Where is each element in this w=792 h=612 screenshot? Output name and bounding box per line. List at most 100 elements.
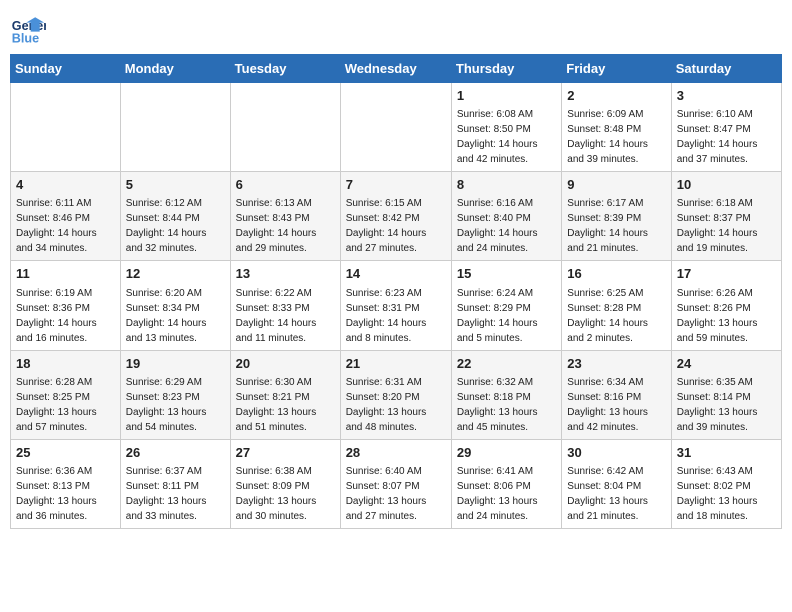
week-row-4: 18 Sunrise: 6:28 AM Sunset: 8:25 PM Dayli…: [11, 350, 782, 439]
day-number: 19: [126, 355, 225, 373]
calendar-cell: 9Sunrise: 6:17 AM Sunset: 8:39 PM Daylig…: [562, 172, 671, 261]
calendar-cell: 8Sunrise: 6:16 AM Sunset: 8:40 PM Daylig…: [451, 172, 561, 261]
day-number: 5: [126, 176, 225, 194]
day-info: Sunrise: 6:24 AM Sunset: 8:29 PM Dayligh…: [457, 286, 556, 346]
calendar-cell: 10 Sunrise: 6:18 AM Sunset: 8:37 PM Dayli…: [671, 172, 781, 261]
day-info: Sunrise: 6:23 AM Sunset: 8:31 PM Dayligh…: [346, 286, 446, 346]
calendar: SundayMondayTuesdayWednesdayThursdayFrid…: [10, 54, 782, 529]
calendar-cell: 23 Sunrise: 6:34 AM Sunset: 8:16 PM Dayli…: [562, 350, 671, 439]
calendar-cell: 26Sunrise: 6:37 AM Sunset: 8:11 PM Dayli…: [120, 439, 230, 528]
day-number: 12: [126, 265, 225, 283]
weekday-header-friday: Friday: [562, 55, 671, 83]
calendar-cell: 7 Sunrise: 6:15 AM Sunset: 8:42 PM Daylig…: [340, 172, 451, 261]
day-number: 6: [236, 176, 335, 194]
calendar-cell: [230, 83, 340, 172]
header: General Blue: [10, 10, 782, 46]
day-info: Sunrise: 6:10 AM Sunset: 8:47 PM Dayligh…: [677, 107, 776, 167]
calendar-cell: 6 Sunrise: 6:13 AM Sunset: 8:43 PM Daylig…: [230, 172, 340, 261]
calendar-cell: 3 Sunrise: 6:10 AM Sunset: 8:47 PM Daylig…: [671, 83, 781, 172]
calendar-cell: 31 Sunrise: 6:43 AM Sunset: 8:02 PM Dayli…: [671, 439, 781, 528]
weekday-header-tuesday: Tuesday: [230, 55, 340, 83]
day-number: 18: [16, 355, 115, 373]
day-number: 23: [567, 355, 665, 373]
week-row-2: 4 Sunrise: 6:11 AM Sunset: 8:46 PM Daylig…: [11, 172, 782, 261]
day-info: Sunrise: 6:15 AM Sunset: 8:42 PM Dayligh…: [346, 196, 446, 256]
day-info: Sunrise: 6:12 AM Sunset: 8:44 PM Dayligh…: [126, 196, 225, 256]
day-info: Sunrise: 6:32 AM Sunset: 8:18 PM Dayligh…: [457, 375, 556, 435]
calendar-cell: 30Sunrise: 6:42 AM Sunset: 8:04 PM Dayli…: [562, 439, 671, 528]
day-info: Sunrise: 6:09 AM Sunset: 8:48 PM Dayligh…: [567, 107, 665, 167]
day-info: Sunrise: 6:25 AM Sunset: 8:28 PM Dayligh…: [567, 286, 665, 346]
calendar-cell: 27 Sunrise: 6:38 AM Sunset: 8:09 PM Dayli…: [230, 439, 340, 528]
calendar-cell: 28Sunrise: 6:40 AM Sunset: 8:07 PM Dayli…: [340, 439, 451, 528]
day-number: 13: [236, 265, 335, 283]
day-number: 25: [16, 444, 115, 462]
weekday-header-saturday: Saturday: [671, 55, 781, 83]
day-info: Sunrise: 6:11 AM Sunset: 8:46 PM Dayligh…: [16, 196, 115, 256]
day-number: 14: [346, 265, 446, 283]
day-info: Sunrise: 6:18 AM Sunset: 8:37 PM Dayligh…: [677, 196, 776, 256]
day-info: Sunrise: 6:35 AM Sunset: 8:14 PM Dayligh…: [677, 375, 776, 435]
calendar-cell: 24 Sunrise: 6:35 AM Sunset: 8:14 PM Dayli…: [671, 350, 781, 439]
svg-text:Blue: Blue: [12, 31, 39, 45]
calendar-cell: [340, 83, 451, 172]
calendar-cell: 4 Sunrise: 6:11 AM Sunset: 8:46 PM Daylig…: [11, 172, 121, 261]
day-number: 2: [567, 87, 665, 105]
day-info: Sunrise: 6:26 AM Sunset: 8:26 PM Dayligh…: [677, 286, 776, 346]
calendar-cell: [120, 83, 230, 172]
day-info: Sunrise: 6:36 AM Sunset: 8:13 PM Dayligh…: [16, 464, 115, 524]
calendar-cell: [11, 83, 121, 172]
day-info: Sunrise: 6:41 AM Sunset: 8:06 PM Dayligh…: [457, 464, 556, 524]
day-info: Sunrise: 6:22 AM Sunset: 8:33 PM Dayligh…: [236, 286, 335, 346]
week-row-3: 11 Sunrise: 6:19 AM Sunset: 8:36 PM Dayli…: [11, 261, 782, 350]
calendar-cell: 16 Sunrise: 6:25 AM Sunset: 8:28 PM Dayli…: [562, 261, 671, 350]
calendar-cell: 17 Sunrise: 6:26 AM Sunset: 8:26 PM Dayli…: [671, 261, 781, 350]
day-number: 30: [567, 444, 665, 462]
day-number: 10: [677, 176, 776, 194]
day-number: 27: [236, 444, 335, 462]
week-row-1: 1Sunrise: 6:08 AM Sunset: 8:50 PM Daylig…: [11, 83, 782, 172]
logo: General Blue: [10, 10, 46, 46]
day-info: Sunrise: 6:38 AM Sunset: 8:09 PM Dayligh…: [236, 464, 335, 524]
weekday-header-sunday: Sunday: [11, 55, 121, 83]
calendar-cell: 2 Sunrise: 6:09 AM Sunset: 8:48 PM Daylig…: [562, 83, 671, 172]
day-number: 9: [567, 176, 665, 194]
weekday-header-row: SundayMondayTuesdayWednesdayThursdayFrid…: [11, 55, 782, 83]
day-info: Sunrise: 6:08 AM Sunset: 8:50 PM Dayligh…: [457, 107, 556, 167]
week-row-5: 25 Sunrise: 6:36 AM Sunset: 8:13 PM Dayli…: [11, 439, 782, 528]
day-number: 4: [16, 176, 115, 194]
day-info: Sunrise: 6:29 AM Sunset: 8:23 PM Dayligh…: [126, 375, 225, 435]
day-number: 11: [16, 265, 115, 283]
day-number: 8: [457, 176, 556, 194]
day-number: 29: [457, 444, 556, 462]
calendar-cell: 18 Sunrise: 6:28 AM Sunset: 8:25 PM Dayli…: [11, 350, 121, 439]
day-info: Sunrise: 6:37 AM Sunset: 8:11 PM Dayligh…: [126, 464, 225, 524]
calendar-cell: 20Sunrise: 6:30 AM Sunset: 8:21 PM Dayli…: [230, 350, 340, 439]
day-number: 3: [677, 87, 776, 105]
day-number: 7: [346, 176, 446, 194]
day-info: Sunrise: 6:20 AM Sunset: 8:34 PM Dayligh…: [126, 286, 225, 346]
day-info: Sunrise: 6:34 AM Sunset: 8:16 PM Dayligh…: [567, 375, 665, 435]
calendar-cell: 13 Sunrise: 6:22 AM Sunset: 8:33 PM Dayli…: [230, 261, 340, 350]
weekday-header-thursday: Thursday: [451, 55, 561, 83]
day-number: 28: [346, 444, 446, 462]
calendar-cell: 5 Sunrise: 6:12 AM Sunset: 8:44 PM Daylig…: [120, 172, 230, 261]
day-info: Sunrise: 6:28 AM Sunset: 8:25 PM Dayligh…: [16, 375, 115, 435]
day-number: 15: [457, 265, 556, 283]
day-info: Sunrise: 6:13 AM Sunset: 8:43 PM Dayligh…: [236, 196, 335, 256]
calendar-cell: 25 Sunrise: 6:36 AM Sunset: 8:13 PM Dayli…: [11, 439, 121, 528]
calendar-cell: 29 Sunrise: 6:41 AM Sunset: 8:06 PM Dayli…: [451, 439, 561, 528]
day-info: Sunrise: 6:31 AM Sunset: 8:20 PM Dayligh…: [346, 375, 446, 435]
day-number: 17: [677, 265, 776, 283]
calendar-cell: 11 Sunrise: 6:19 AM Sunset: 8:36 PM Dayli…: [11, 261, 121, 350]
calendar-cell: 22Sunrise: 6:32 AM Sunset: 8:18 PM Dayli…: [451, 350, 561, 439]
day-number: 31: [677, 444, 776, 462]
calendar-cell: 19 Sunrise: 6:29 AM Sunset: 8:23 PM Dayli…: [120, 350, 230, 439]
day-info: Sunrise: 6:19 AM Sunset: 8:36 PM Dayligh…: [16, 286, 115, 346]
weekday-header-wednesday: Wednesday: [340, 55, 451, 83]
calendar-cell: 1Sunrise: 6:08 AM Sunset: 8:50 PM Daylig…: [451, 83, 561, 172]
logo-icon: General Blue: [10, 10, 46, 46]
day-number: 24: [677, 355, 776, 373]
day-info: Sunrise: 6:43 AM Sunset: 8:02 PM Dayligh…: [677, 464, 776, 524]
day-number: 16: [567, 265, 665, 283]
